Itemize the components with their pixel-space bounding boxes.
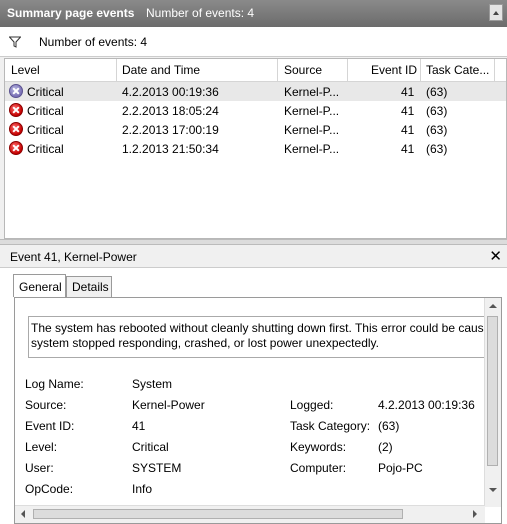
critical-icon xyxy=(9,141,23,155)
column-source[interactable]: Source xyxy=(284,63,322,77)
logged-label: Logged: xyxy=(290,398,334,412)
row-level: Critical xyxy=(27,123,64,137)
critical-icon xyxy=(9,122,23,136)
computer-value: Pojo-PC xyxy=(378,461,423,475)
row-task: (63) xyxy=(426,85,448,99)
row-source: Kernel-P... xyxy=(284,104,340,118)
window-title: Summary page events xyxy=(7,6,135,20)
level-label: Level: xyxy=(25,440,58,454)
computer-label: Computer: xyxy=(290,461,347,475)
keywords-label: Keywords: xyxy=(290,440,347,454)
horizontal-scroll-thumb[interactable] xyxy=(33,509,403,519)
filter-icon[interactable] xyxy=(9,36,21,48)
row-task: (63) xyxy=(426,123,448,137)
logged-value: 4.2.2013 00:19:36 xyxy=(378,398,475,412)
vertical-scrollbar[interactable] xyxy=(484,298,501,507)
row-source: Kernel-P... xyxy=(284,142,340,156)
scroll-up-button[interactable] xyxy=(489,4,503,21)
general-panel: The system has rebooted without cleanly … xyxy=(14,297,502,524)
event-description[interactable]: The system has rebooted without cleanly … xyxy=(28,316,486,358)
tab-general[interactable]: General xyxy=(13,274,66,297)
event-id-value: 41 xyxy=(132,419,146,433)
row-task: (63) xyxy=(426,142,448,156)
row-event-id: 41 xyxy=(401,123,415,137)
vertical-scroll-thumb[interactable] xyxy=(487,316,498,466)
close-icon[interactable]: ✕ xyxy=(489,247,502,265)
log-name-label: Log Name: xyxy=(25,377,84,391)
row-datetime: 4.2.2013 00:19:36 xyxy=(122,85,219,99)
row-event-id: 41 xyxy=(401,142,415,156)
level-value: Critical xyxy=(132,440,169,454)
scroll-down-arrow-icon[interactable] xyxy=(489,488,497,492)
horizontal-scrollbar[interactable] xyxy=(15,505,485,523)
row-datetime: 2.2.2013 17:00:19 xyxy=(122,123,219,137)
task-category-label: Task Category: xyxy=(290,419,371,433)
keywords-value: (2) xyxy=(378,440,393,454)
critical-icon xyxy=(9,103,23,117)
filter-toolbar: Number of events: 4 xyxy=(0,27,507,57)
log-name-value: System xyxy=(132,377,173,391)
table-row[interactable]: Critical 2.2.2013 18:05:24 Kernel-P... 4… xyxy=(5,101,506,120)
summary-title-bar: Summary page events Number of events: 4 xyxy=(0,0,507,27)
row-task: (63) xyxy=(426,104,448,118)
opcode-value: Info xyxy=(132,482,153,496)
event-count-title: Number of events: 4 xyxy=(146,6,255,20)
row-level: Critical xyxy=(27,104,64,118)
event-id-label: Event ID: xyxy=(25,419,75,433)
row-datetime: 2.2.2013 18:05:24 xyxy=(122,104,219,118)
events-grid: Level Date and Time Source Event ID Task… xyxy=(4,58,507,239)
row-datetime: 1.2.2013 21:50:34 xyxy=(122,142,219,156)
detail-title: Event 41, Kernel-Power xyxy=(10,250,137,264)
table-row[interactable]: Critical 2.2.2013 17:00:19 Kernel-P... 4… xyxy=(5,120,506,139)
column-event-id[interactable]: Event ID xyxy=(371,63,417,77)
source-label: Source: xyxy=(25,398,67,412)
source-value: Kernel-Power xyxy=(132,398,205,412)
row-event-id: 41 xyxy=(401,85,415,99)
table-row[interactable]: Critical 1.2.2013 21:50:34 Kernel-P... 4… xyxy=(5,139,506,158)
row-event-id: 41 xyxy=(401,104,415,118)
user-label: User: xyxy=(25,461,54,475)
scroll-up-arrow-icon[interactable] xyxy=(489,304,497,308)
column-level[interactable]: Level xyxy=(11,63,40,77)
scroll-left-arrow-icon[interactable] xyxy=(21,510,25,518)
grid-header: Level Date and Time Source Event ID Task… xyxy=(5,59,506,82)
row-level: Critical xyxy=(27,142,64,156)
opcode-label: OpCode: xyxy=(25,482,74,496)
column-task-category[interactable]: Task Cate... xyxy=(426,63,489,77)
row-source: Kernel-P... xyxy=(284,123,340,137)
description-line-2: system stopped responding, crashed, or l… xyxy=(31,336,379,350)
description-line-1: The system has rebooted without cleanly … xyxy=(31,321,486,335)
task-category-value: (63) xyxy=(378,419,400,433)
column-date-and-time[interactable]: Date and Time xyxy=(122,63,200,77)
tab-details[interactable]: Details xyxy=(66,276,112,297)
detail-header: Event 41, Kernel-Power ✕ xyxy=(0,245,507,268)
critical-icon xyxy=(9,84,23,98)
event-detail-pane: Event 41, Kernel-Power ✕ General Details… xyxy=(0,245,507,524)
event-count-label: Number of events: 4 xyxy=(39,35,148,49)
table-row[interactable]: Critical 4.2.2013 00:19:36 Kernel-P... 4… xyxy=(5,82,506,101)
row-source: Kernel-P... xyxy=(284,85,340,99)
scroll-right-arrow-icon[interactable] xyxy=(473,510,477,518)
row-level: Critical xyxy=(27,85,64,99)
user-value: SYSTEM xyxy=(132,461,182,475)
